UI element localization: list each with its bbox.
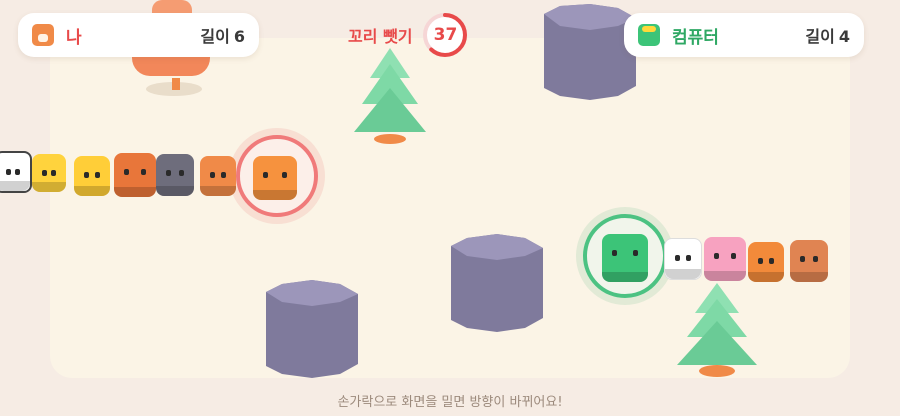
deer-icon xyxy=(790,240,828,282)
control-hint: 손가락으로 화면을 밀면 방향이 바뀌어요! xyxy=(337,395,563,410)
opponent-length-label: 길이 xyxy=(805,27,835,46)
rock-pillar xyxy=(262,278,360,378)
player-length: 길이 6 xyxy=(200,23,245,47)
opponent-panel: 컴퓨터 길이 4 xyxy=(624,13,864,57)
player-length-label: 길이 xyxy=(200,27,230,46)
pig-icon xyxy=(704,237,746,281)
dino-avatar-icon xyxy=(638,24,660,46)
player-panel: 나 길이 6 xyxy=(18,13,259,57)
clownfish-icon xyxy=(748,242,784,282)
fox-icon xyxy=(200,156,236,196)
opponent-length: 길이 4 xyxy=(805,23,850,47)
timer-label: 꼬리 뺏기 xyxy=(348,27,413,46)
player-length-value: 6 xyxy=(233,27,245,46)
rock-pillar xyxy=(447,232,545,332)
bee-icon xyxy=(74,156,110,196)
cat-icon xyxy=(156,154,194,196)
timer: 꼬리 뺏기 37 xyxy=(348,12,468,58)
player-name: 나 xyxy=(66,27,82,48)
pine-tree xyxy=(677,283,757,379)
cow-icon xyxy=(664,238,702,280)
rock-pillar xyxy=(540,0,638,100)
player-head-fox-icon xyxy=(253,156,297,200)
bear-icon xyxy=(114,153,156,197)
panda-icon xyxy=(0,151,32,193)
timer-ring: 37 xyxy=(422,12,468,58)
timer-value: 37 xyxy=(433,25,458,45)
pine-tree xyxy=(354,46,426,146)
opponent-length-value: 4 xyxy=(838,27,850,46)
fox-avatar-icon xyxy=(32,24,54,46)
chick-icon xyxy=(32,154,66,192)
opponent-name: 컴퓨터 xyxy=(672,27,719,48)
opponent-head-dino-icon xyxy=(602,234,648,282)
